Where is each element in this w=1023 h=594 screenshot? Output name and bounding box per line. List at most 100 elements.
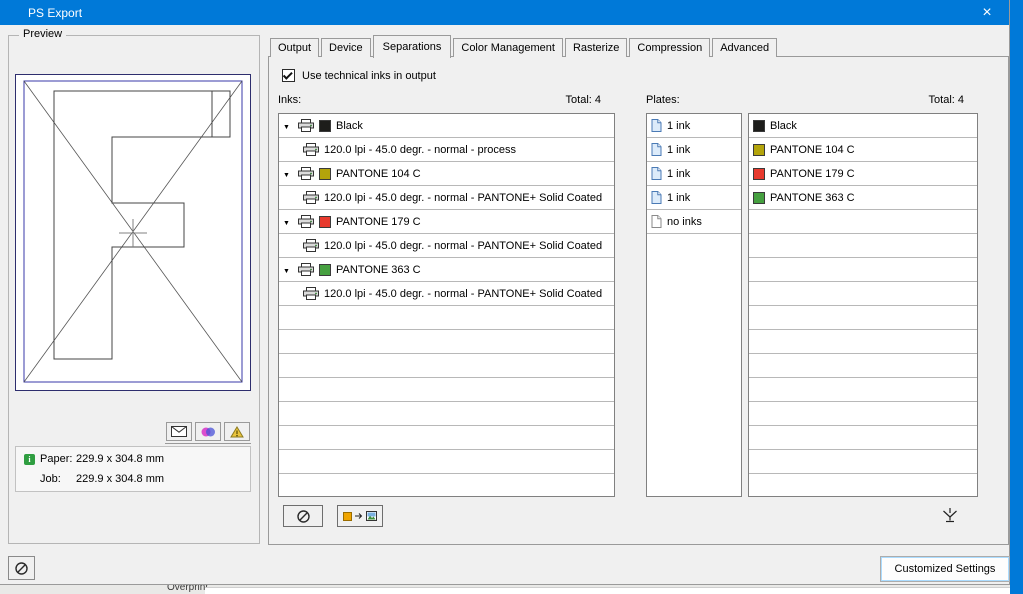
- empty-row: [749, 450, 977, 474]
- ink-color-swatch: [319, 167, 331, 180]
- ink-color-swatch: [753, 167, 765, 180]
- technical-inks-row: Use technical inks in output: [282, 69, 436, 82]
- ink-row-pantone-179[interactable]: PANTONE 179 C: [279, 210, 614, 234]
- image-icon: [366, 511, 377, 521]
- empty-row: [749, 402, 977, 426]
- ink-color-swatch: [319, 263, 331, 276]
- inks-table: Black 120.0 lpi - 45.0 degr. - normal - …: [278, 113, 615, 497]
- printer-icon: [303, 239, 319, 252]
- ink-screening-row[interactable]: 120.0 lpi - 45.0 degr. - normal - proces…: [279, 138, 614, 162]
- warning-icon: [230, 425, 244, 437]
- ink-name: PANTONE 179 C: [336, 215, 421, 228]
- orange-swatch-icon: [343, 511, 352, 521]
- empty-plate-label: no inks: [667, 215, 702, 228]
- ink-to-image-button[interactable]: [337, 505, 383, 527]
- empty-row: [749, 426, 977, 450]
- size-info-panel: Paper: 229.9 x 304.8 mm Job: 229.9 x 304…: [15, 446, 251, 492]
- page-icon: [651, 191, 662, 204]
- preview-canvas: [15, 74, 251, 391]
- empty-row: [749, 234, 977, 258]
- tab-color-management[interactable]: Color Management: [453, 38, 563, 57]
- plates-total: Total: 4: [928, 94, 964, 106]
- printer-icon: [303, 143, 319, 156]
- disable-output-button[interactable]: [8, 556, 35, 580]
- empty-row: [279, 402, 614, 426]
- warnings-button[interactable]: [224, 422, 250, 441]
- arrow-right-icon: [355, 513, 363, 519]
- job-value: 229.9 x 304.8 mm: [76, 473, 165, 485]
- close-button[interactable]: ×: [971, 0, 1003, 25]
- plate-ink-row[interactable]: Black: [749, 114, 977, 138]
- tab-separations[interactable]: Separations: [372, 35, 452, 58]
- separations-pane: Use technical inks in output Inks: Total…: [268, 56, 1009, 545]
- plate-row[interactable]: 1 ink: [647, 186, 741, 210]
- ink-well-button[interactable]: [937, 505, 963, 525]
- customized-settings-button[interactable]: Customized Settings: [880, 556, 1010, 582]
- empty-row: [279, 354, 614, 378]
- plates-label: Plates:: [646, 94, 680, 106]
- tab-output[interactable]: Output: [270, 38, 320, 57]
- collapse-icon[interactable]: [283, 216, 293, 228]
- ink-screening: 120.0 lpi - 45.0 degr. - normal - proces…: [324, 143, 516, 156]
- empty-row: [279, 474, 614, 496]
- tab-rasterize[interactable]: Rasterize: [564, 38, 628, 57]
- tab-device[interactable]: Device: [321, 38, 371, 57]
- plate-count: 1 ink: [667, 119, 691, 132]
- ink-screening-row[interactable]: 120.0 lpi - 45.0 degr. - normal - PANTON…: [279, 186, 614, 210]
- plate-ink-name: PANTONE 363 C: [770, 191, 855, 204]
- plate-row[interactable]: 1 ink: [647, 138, 741, 162]
- ink-screening-row[interactable]: 120.0 lpi - 45.0 degr. - normal - PANTON…: [279, 234, 614, 258]
- ink-row-pantone-104[interactable]: PANTONE 104 C: [279, 162, 614, 186]
- background-window-edge: [1010, 0, 1023, 594]
- empty-row: [279, 450, 614, 474]
- plate-ink-row[interactable]: PANTONE 104 C: [749, 138, 977, 162]
- annotation-note-button[interactable]: [166, 422, 192, 441]
- empty-row: [279, 306, 614, 330]
- tab-compression[interactable]: Compression: [629, 38, 711, 57]
- color-preview-button[interactable]: [195, 422, 221, 441]
- plate-ink-row[interactable]: PANTONE 179 C: [749, 162, 977, 186]
- paper-size-row: Paper: 229.9 x 304.8 mm: [24, 451, 250, 467]
- collapse-icon[interactable]: [283, 120, 293, 132]
- plates-ink-list: Black PANTONE 104 C PANTONE 179 C PANTON…: [748, 113, 978, 497]
- ink-row-black[interactable]: Black: [279, 114, 614, 138]
- collapse-icon[interactable]: [283, 264, 293, 276]
- paper-value: 229.9 x 304.8 mm: [76, 453, 165, 465]
- collapse-icon[interactable]: [283, 168, 293, 180]
- empty-plate-row[interactable]: no inks: [647, 210, 741, 234]
- ink-color-swatch: [319, 215, 331, 228]
- ink-screening-row[interactable]: 120.0 lpi - 45.0 degr. - normal - PANTON…: [279, 282, 614, 306]
- empty-row: [279, 426, 614, 450]
- plate-row[interactable]: 1 ink: [647, 162, 741, 186]
- ps-export-dialog: PS Export × Preview i Paper: 229.9 x 304…: [0, 0, 1010, 585]
- plate-row[interactable]: 1 ink: [647, 114, 741, 138]
- ink-color-swatch: [753, 143, 765, 156]
- plate-ink-row[interactable]: PANTONE 363 C: [749, 186, 977, 210]
- empty-row: [749, 258, 977, 282]
- ink-screening: 120.0 lpi - 45.0 degr. - normal - PANTON…: [324, 191, 603, 204]
- empty-row: [749, 306, 977, 330]
- envelope-icon: [171, 426, 187, 437]
- overprint-label: Overprint: [167, 585, 209, 593]
- background-white-band: [205, 587, 1010, 594]
- empty-row: [279, 330, 614, 354]
- job-size-row: Job: 229.9 x 304.8 mm: [24, 471, 250, 487]
- inks-total: Total: 4: [565, 94, 601, 106]
- page-icon: [651, 143, 662, 156]
- ink-color-swatch: [753, 191, 765, 204]
- empty-row: [279, 378, 614, 402]
- plate-count: 1 ink: [667, 167, 691, 180]
- ink-row-pantone-363[interactable]: PANTONE 363 C: [279, 258, 614, 282]
- technical-inks-label: Use technical inks in output: [302, 69, 436, 82]
- technical-inks-checkbox[interactable]: [282, 69, 295, 82]
- plate-ink-name: PANTONE 179 C: [770, 167, 855, 180]
- page-icon: [651, 167, 662, 180]
- info-icon: [24, 453, 35, 465]
- ink-name: PANTONE 363 C: [336, 263, 421, 276]
- page-icon: [651, 215, 662, 228]
- tab-advanced[interactable]: Advanced: [712, 38, 778, 57]
- prohibition-icon: [15, 561, 28, 575]
- no-output-button[interactable]: [283, 505, 323, 527]
- page-icon: [651, 119, 662, 132]
- preview-artwork: [23, 80, 243, 383]
